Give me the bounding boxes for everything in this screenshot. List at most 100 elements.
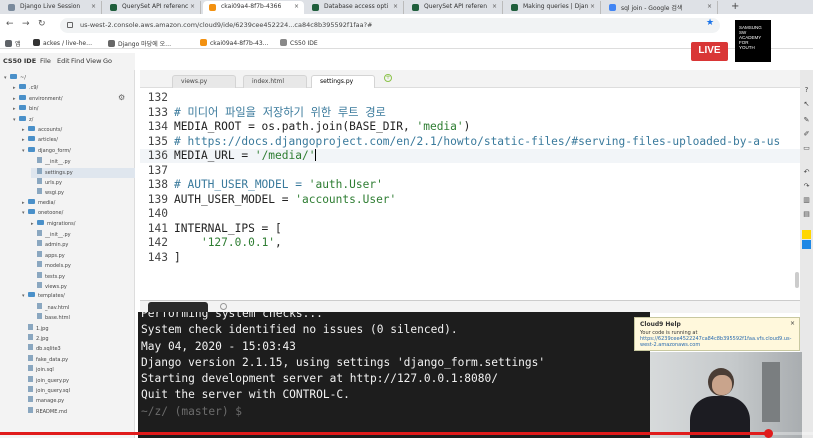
browser-tab[interactable]: Making queries | Djan × [505, 1, 601, 14]
bookmark-star-icon[interactable]: ★ [706, 18, 714, 28]
terminal[interactable]: Performing system checks... System check … [138, 312, 650, 438]
browser-tab[interactable]: sql join - Google 검색 × [603, 1, 718, 14]
folder-icon [28, 136, 35, 142]
tree-item[interactable]: settings.py [31, 167, 135, 178]
menu-item[interactable]: Edit [57, 57, 70, 65]
video-progress-bar[interactable] [0, 429, 813, 438]
bookmark-label: Django 마당에 오… [118, 41, 172, 48]
tree-item[interactable]: ▸ bin/ [13, 105, 38, 115]
bookmark-item[interactable]: ckai09a4-8f7b-43… [200, 39, 269, 47]
menu-item[interactable]: View [86, 57, 101, 65]
bookmark-item[interactable]: 앱 [5, 39, 21, 48]
editor-tab[interactable]: views.py [172, 75, 236, 88]
tab-close-icon[interactable]: × [190, 3, 195, 10]
tab-close-icon[interactable]: × [294, 3, 299, 10]
tree-item[interactable]: 2.jpg [22, 334, 49, 344]
tree-item-label: environment/ [29, 95, 63, 102]
trash-icon[interactable]: ▥ [802, 196, 811, 205]
tree-item[interactable]: apps.py [31, 250, 65, 261]
tree-item[interactable]: join.sql [22, 365, 54, 375]
save-icon[interactable]: ▤ [802, 210, 811, 219]
menu-item[interactable]: Go [103, 57, 112, 65]
tree-item[interactable]: ▸ media/ [22, 198, 55, 209]
bookmark-item[interactable]: Django 마당에 오… [108, 39, 171, 48]
code-token: 'media' [416, 120, 464, 133]
file-icon [28, 344, 33, 351]
tab-close-icon[interactable]: × [707, 3, 712, 10]
file-icon [28, 354, 33, 361]
tree-item[interactable]: ▸ accounts/ [22, 126, 62, 136]
tree-item[interactable]: views.py [31, 282, 67, 292]
tree-item[interactable]: join_query.py [22, 375, 69, 386]
code-editor[interactable]: 132 133 # 미디어 파일을 저장하기 위한 루트 경로 134 MEDIA_RO… [140, 88, 800, 296]
eraser-icon[interactable]: ▭ [802, 144, 811, 153]
new-browser-tab-button[interactable]: + [731, 1, 739, 12]
forward-icon[interactable]: → [22, 19, 30, 29]
browser-tab-strip: Django Live Session × QuerySet API referen… [0, 0, 813, 14]
close-icon[interactable]: × [790, 320, 795, 327]
tree-item[interactable]: ▾ templates/ [22, 292, 65, 302]
tree-item[interactable]: manage.py [22, 396, 64, 406]
tree-item[interactable]: ▾ z/ [13, 115, 33, 126]
tree-item[interactable]: __init__.py [31, 157, 71, 167]
tree-item[interactable]: db.sqlite3 [22, 344, 61, 354]
add-terminal-icon[interactable] [220, 303, 227, 310]
code-token: MEDIA_ROOT = os.path.join(BASE_DIR, [174, 120, 417, 133]
tree-item[interactable]: ▾ django_form/ [22, 146, 71, 157]
menu-item[interactable]: File [40, 57, 51, 65]
url-bar[interactable]: us-west-2.console.aws.amazon.com/cloud9/… [60, 18, 720, 33]
tab-close-icon[interactable]: × [492, 3, 497, 10]
pen-icon[interactable]: ✎ [802, 116, 811, 125]
tree-item[interactable]: _nav.html [31, 302, 70, 313]
pointer-icon[interactable]: ↖ [802, 100, 811, 109]
browser-tab[interactable]: QuerySet API referenc × [104, 1, 201, 14]
gear-icon[interactable]: ⚙ [118, 93, 125, 102]
tree-item[interactable]: base.html [31, 313, 70, 323]
tree-item[interactable]: urls.py [31, 178, 62, 188]
tree-item[interactable]: models.py [31, 261, 71, 271]
bookmark-item[interactable]: ackes / live-he… [33, 39, 92, 47]
line-number: 139 [147, 192, 168, 206]
tab-close-icon[interactable]: × [393, 3, 398, 10]
back-icon[interactable]: ← [6, 19, 14, 29]
reload-icon[interactable]: ↻ [38, 19, 46, 29]
info-icon[interactable]: ? [802, 86, 811, 95]
tree-item[interactable]: join_query.sql [22, 386, 70, 396]
tree-item[interactable]: fake_data.py [22, 354, 68, 365]
redo-icon[interactable]: ↷ [802, 182, 811, 191]
color-swatch-icon[interactable] [802, 230, 811, 239]
tree-item[interactable]: ▸ environment/ [13, 94, 63, 105]
help-link[interactable]: https://6239cee4522247ca84c8b395592f1faa… [640, 336, 794, 348]
tree-item[interactable]: admin.py [31, 240, 68, 250]
menu-item[interactable]: Find [71, 57, 84, 65]
tree-item[interactable]: ▾ onetoone/ [22, 209, 63, 219]
code-token: 'accounts.User' [295, 192, 397, 206]
bookmark-item[interactable]: CS50 IDE [280, 39, 318, 47]
tree-item[interactable]: README.md [22, 406, 67, 417]
tree-item[interactable]: tests.py [31, 271, 65, 282]
undo-icon[interactable]: ↶ [802, 168, 811, 177]
tab-close-icon[interactable]: × [590, 3, 595, 10]
tab-favicon-icon [209, 4, 216, 11]
browser-tab[interactable]: Database access opti × [306, 1, 404, 14]
editor-tab[interactable]: index.html [243, 75, 307, 88]
browser-tab[interactable]: Django Live Session × [2, 1, 102, 14]
editor-tab[interactable]: settings.py [311, 75, 375, 88]
tab-favicon-icon [110, 4, 117, 11]
tree-item[interactable]: ▸ .c9/ [13, 84, 38, 94]
browser-tab[interactable]: ckai09a4-8f7b-4366 × [203, 1, 304, 14]
new-tab-icon[interactable]: + [384, 74, 392, 82]
tree-item[interactable]: ▸ migrations/ [31, 219, 75, 230]
marker-icon[interactable]: ✐ [802, 130, 811, 139]
tree-item-label: _nav.html [45, 304, 70, 311]
tab-close-icon[interactable]: × [91, 3, 96, 10]
tree-item[interactable]: wsgi.py [31, 188, 64, 198]
editor-scrollbar[interactable] [795, 272, 799, 288]
tree-item[interactable]: ▾ ~/ [4, 74, 26, 84]
browser-tab[interactable]: QuerySet API referen × [406, 1, 503, 14]
color-swatch-icon[interactable] [802, 240, 811, 249]
bookmark-label: 앱 [15, 41, 21, 48]
tree-item[interactable]: ▸ articles/ [22, 136, 58, 146]
tree-item[interactable]: __init__.py [31, 230, 71, 240]
tree-item[interactable]: 1.jpg [22, 323, 49, 334]
